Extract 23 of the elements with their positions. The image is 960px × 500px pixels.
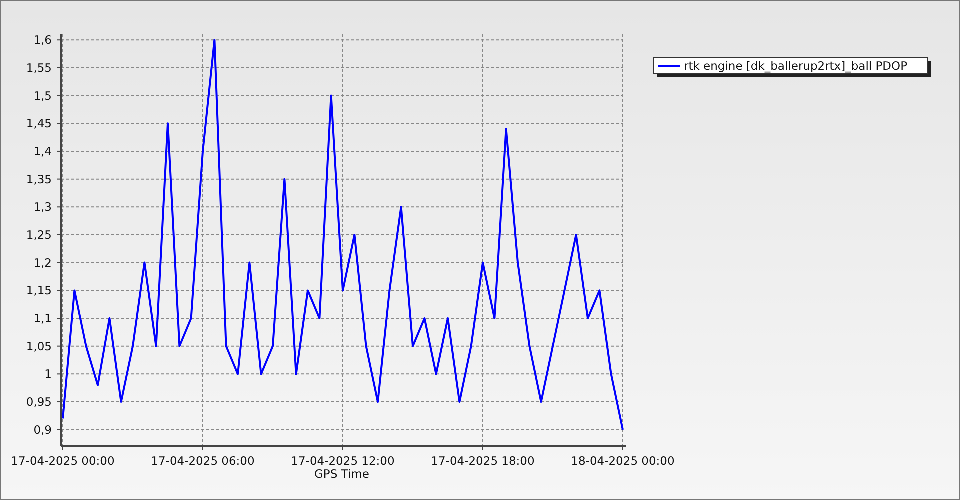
y-tick-label: 1,05 bbox=[26, 339, 52, 354]
y-tick-label: 1,35 bbox=[26, 172, 52, 186]
y-tick-label: 1 bbox=[44, 367, 52, 382]
y-tick-label: 1,55 bbox=[26, 60, 52, 75]
y-tick-label: 1,4 bbox=[34, 144, 52, 158]
y-tick-label: 1,15 bbox=[26, 284, 52, 298]
y-tick-label: 1,5 bbox=[34, 88, 52, 103]
y-tick-label: 0,95 bbox=[26, 395, 52, 410]
y-tick-label: 1,2 bbox=[34, 256, 52, 270]
y-tick-label: 0,9 bbox=[34, 422, 52, 437]
legend-label: rtk engine [dk_ballerup2rtx]_ball PDOP bbox=[684, 59, 908, 73]
x-tick-label: 17-04-2025 06:00 bbox=[151, 454, 255, 468]
y-tick-label: 1,3 bbox=[34, 200, 52, 214]
x-tick-label: 17-04-2025 12:00 bbox=[291, 454, 395, 468]
x-tick-label: 17-04-2025 00:00 bbox=[11, 454, 115, 468]
chart-legend: rtk engine [dk_ballerup2rtx]_ball PDOP bbox=[654, 58, 931, 77]
x-axis-title: GPS Time bbox=[314, 467, 370, 481]
y-tick-label: 1,45 bbox=[26, 116, 52, 131]
y-tick-label: 1,25 bbox=[26, 228, 52, 242]
y-tick-label: 1,6 bbox=[34, 33, 52, 48]
x-tick-label: 17-04-2025 18:00 bbox=[431, 454, 535, 468]
y-tick-label: 1,1 bbox=[34, 312, 52, 326]
x-tick-label: 18-04-2025 00:00 bbox=[571, 454, 675, 468]
